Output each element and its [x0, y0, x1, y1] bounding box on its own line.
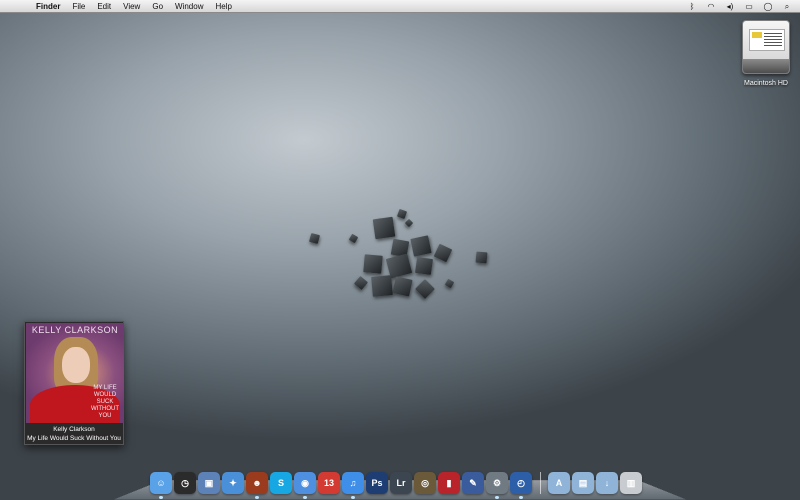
cube: [353, 275, 369, 291]
finder-icon[interactable]: ☺: [150, 472, 172, 499]
cube: [348, 233, 359, 244]
menu-bar: Finder File Edit View Go Window Help ᛒ ◠…: [0, 0, 800, 13]
cube: [475, 251, 488, 264]
cube: [414, 256, 434, 276]
now-playing-artist: Kelly Clarkson: [53, 426, 95, 433]
running-indicator: [519, 496, 523, 499]
dock-separator: [540, 472, 546, 494]
battery-icon[interactable]: ▭: [744, 0, 754, 13]
cube: [433, 243, 453, 263]
itunes-widget[interactable]: KELLY CLARKSON MY LIFE WOULD SUCK WITHOU…: [24, 321, 124, 445]
mascot-app-icon[interactable]: ☻: [246, 472, 268, 499]
volume-icon[interactable]: ◂): [725, 0, 735, 13]
photoshop-icon[interactable]: Ps: [366, 472, 388, 494]
applications-folder-icon[interactable]: A: [548, 472, 570, 494]
time-machine-icon[interactable]: ◴: [510, 472, 532, 499]
cube: [415, 279, 435, 299]
itunes-icon[interactable]: ♫: [342, 472, 364, 499]
cube: [396, 208, 408, 220]
cube: [410, 235, 432, 257]
trash-icon[interactable]: ▥: [620, 472, 642, 494]
running-indicator: [303, 496, 307, 499]
clock-icon[interactable]: ◯: [763, 0, 773, 13]
cube: [372, 216, 396, 240]
now-playing-song: My Life Would Suck Without You: [27, 435, 121, 442]
running-indicator: [351, 496, 355, 499]
menu-window[interactable]: Window: [169, 0, 209, 13]
safari-icon[interactable]: ✦: [222, 472, 244, 494]
menu-go[interactable]: Go: [146, 0, 169, 13]
cube: [392, 276, 413, 297]
dock: ☺ ◷ ▣ ✦ ☻ S ◉ 13 ♫ Ps Lr ◎ ▮ ✎ ⚙ ◴ A ▤ ↓ ▥: [150, 468, 642, 499]
wallpaper-cubes: [300, 200, 500, 310]
wifi-icon[interactable]: ◠: [706, 0, 716, 13]
cube: [363, 254, 383, 274]
documents-folder-icon[interactable]: ▤: [572, 472, 594, 494]
skype-icon[interactable]: S: [270, 472, 292, 494]
cube: [404, 218, 414, 228]
spotlight-icon[interactable]: ⌕: [782, 0, 792, 13]
cube: [444, 278, 455, 289]
xcode-icon[interactable]: ✎: [462, 472, 484, 494]
downloads-folder-icon[interactable]: ↓: [596, 472, 618, 494]
macintosh-hd-label: Macintosh HD: [744, 80, 788, 87]
dashboard-icon[interactable]: ◷: [174, 472, 196, 494]
macintosh-hd-desktop-icon[interactable]: Macintosh HD: [738, 20, 794, 87]
hard-drive-icon: [742, 20, 790, 74]
ichat-icon[interactable]: ◉: [294, 472, 316, 499]
menu-help[interactable]: Help: [209, 0, 237, 13]
menu-file[interactable]: File: [66, 0, 91, 13]
bluetooth-icon[interactable]: ᛒ: [687, 0, 697, 13]
cube: [308, 232, 321, 245]
running-indicator: [255, 496, 259, 499]
running-indicator: [495, 496, 499, 499]
ical-icon[interactable]: 13: [318, 472, 340, 494]
running-indicator: [159, 496, 163, 499]
preview-icon[interactable]: ▣: [198, 472, 220, 494]
album-art: KELLY CLARKSON MY LIFE WOULD SUCK WITHOU…: [26, 323, 124, 423]
album-artist-text: KELLY CLARKSON: [31, 325, 119, 335]
album-song-text: MY LIFE WOULD SUCK WITHOUT YOU: [91, 385, 119, 419]
menu-edit[interactable]: Edit: [91, 0, 117, 13]
menu-view[interactable]: View: [117, 0, 146, 13]
photobooth-icon[interactable]: ▮: [438, 472, 460, 494]
cube: [371, 275, 393, 297]
lightroom-icon[interactable]: Lr: [390, 472, 412, 494]
now-playing-caption: Kelly Clarkson My Life Would Suck Withou…: [25, 425, 123, 443]
menu-finder[interactable]: Finder: [30, 0, 66, 13]
aperture-icon[interactable]: ◎: [414, 472, 436, 494]
system-preferences-icon[interactable]: ⚙: [486, 472, 508, 499]
status-menus: ᛒ ◠ ◂) ▭ ◯ ⌕: [687, 0, 792, 13]
